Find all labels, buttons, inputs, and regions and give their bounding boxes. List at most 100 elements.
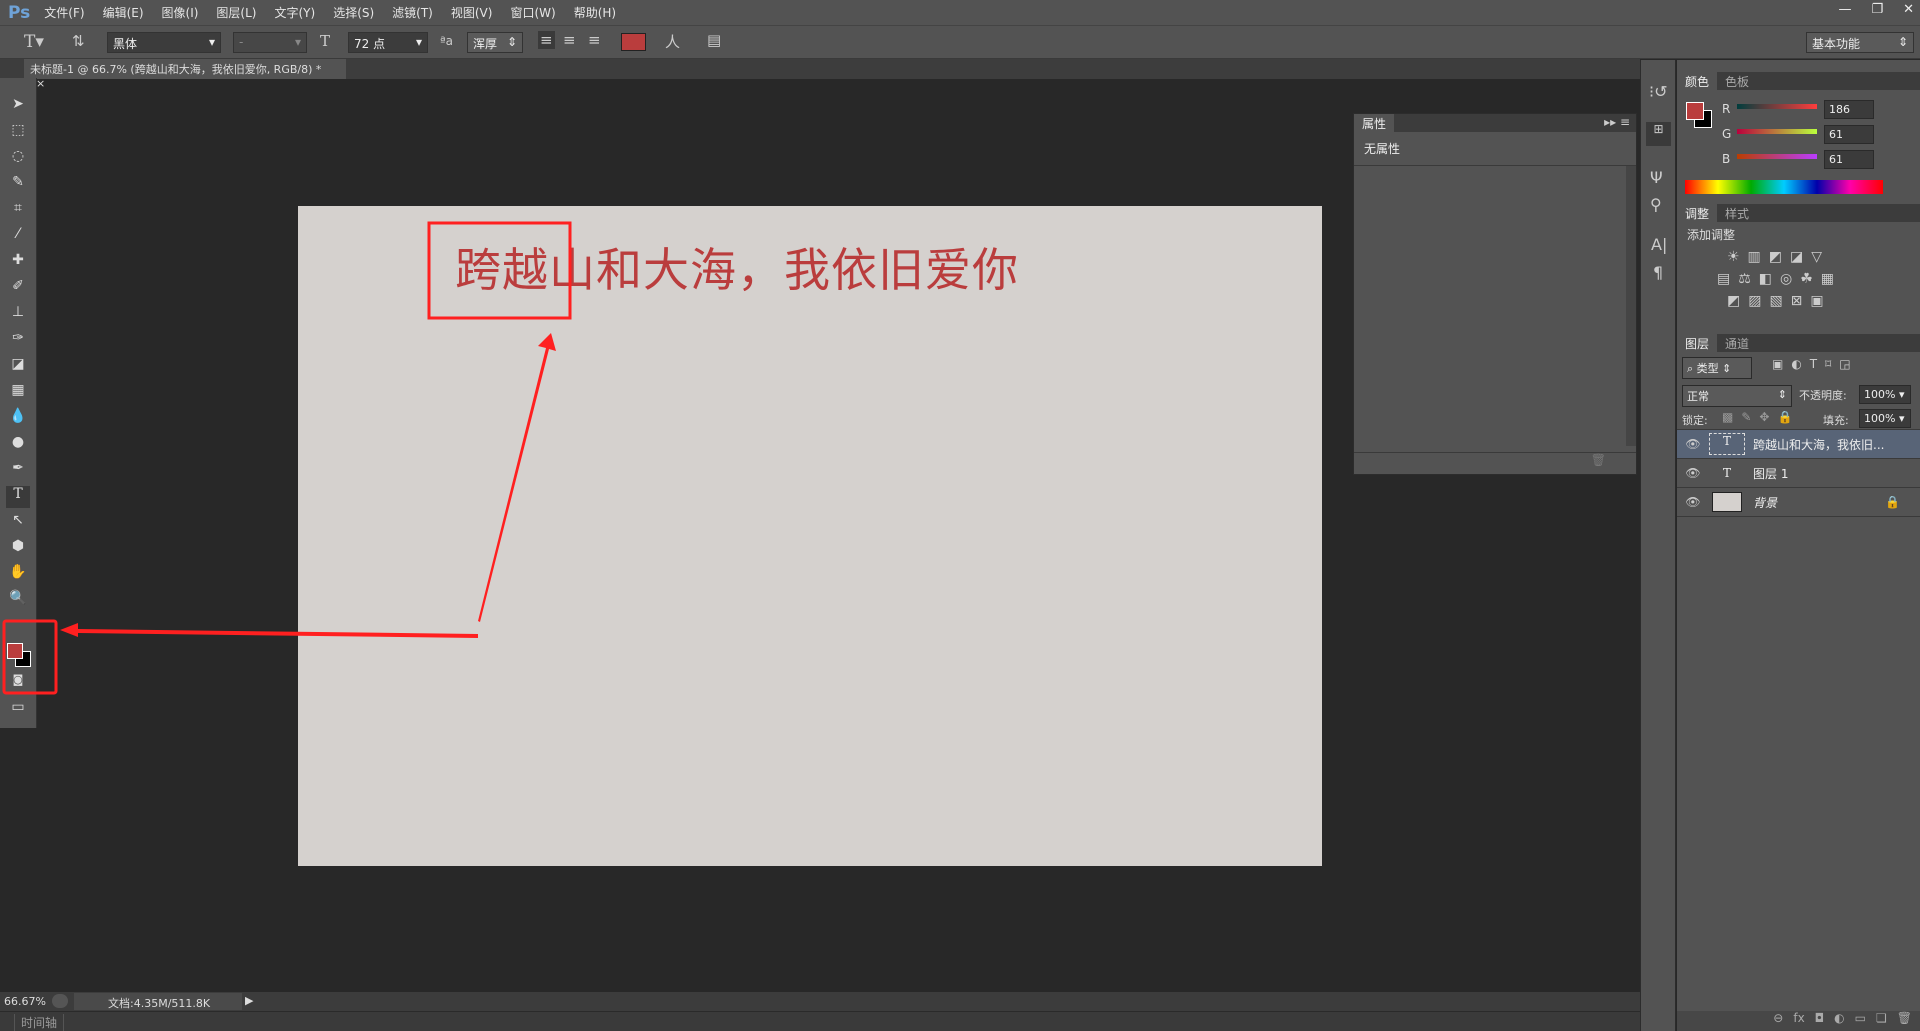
color-foreground[interactable] xyxy=(1686,102,1704,120)
fill-input[interactable]: 100% ▾ xyxy=(1859,409,1911,428)
menu-edit[interactable]: 编辑(E) xyxy=(103,4,144,21)
tab-styles[interactable]: 样式 xyxy=(1717,204,1757,222)
paragraph-icon[interactable]: ¶ xyxy=(1653,263,1663,282)
b-input[interactable]: 61 xyxy=(1824,150,1874,169)
gradient-tool-icon[interactable]: ▦ xyxy=(6,382,30,404)
path-select-tool-icon[interactable]: ↖ xyxy=(6,512,30,534)
visibility-eye-icon[interactable]: 👁 xyxy=(1677,437,1709,451)
document-tab[interactable]: 未标题-1 @ 66.7% (跨越山和大海，我依旧爱你, RGB/8) * × xyxy=(24,59,346,90)
blend-mode-select[interactable]: 正常 ⇕ xyxy=(1682,385,1792,407)
dodge-tool-icon[interactable]: ● xyxy=(6,434,30,456)
history-brush-tool-icon[interactable]: ✑ xyxy=(6,330,30,352)
r-slider[interactable] xyxy=(1737,104,1817,109)
brush-presets-icon[interactable]: Ψ xyxy=(1650,168,1663,187)
toggle-orientation-icon[interactable]: ⇅ xyxy=(72,32,85,50)
delete-layer-icon[interactable]: 🗑 xyxy=(1897,1011,1912,1031)
status-menu-arrow-icon[interactable]: ▶ xyxy=(245,994,253,1007)
layer-style-icon[interactable]: fx xyxy=(1793,1011,1804,1031)
tab-channels[interactable]: 通道 xyxy=(1717,334,1757,352)
g-slider[interactable] xyxy=(1737,129,1817,134)
adjustment-icons-row-3[interactable]: ◩▨▧⊠▣ xyxy=(1727,293,1910,309)
visibility-eye-icon[interactable]: 👁 xyxy=(1677,466,1709,480)
document-canvas[interactable]: 跨越山和大海，我依旧爱你 xyxy=(298,206,1322,866)
add-mask-icon[interactable]: ◘ xyxy=(1815,1011,1825,1031)
tab-color[interactable]: 颜色 xyxy=(1677,72,1718,90)
delete-icon[interactable]: 🗑 xyxy=(1354,452,1636,474)
healing-brush-tool-icon[interactable]: ✚ xyxy=(6,252,30,274)
zoom-tool-icon[interactable]: 🔍 xyxy=(6,590,30,612)
tab-adjustments[interactable]: 调整 xyxy=(1677,204,1718,222)
tab-layers[interactable]: 图层 xyxy=(1677,334,1718,352)
tab-timeline[interactable]: 时间轴 xyxy=(14,1014,65,1031)
b-slider[interactable] xyxy=(1737,154,1817,159)
type-tool-preset-icon[interactable]: T▾ xyxy=(24,32,44,52)
properties-panel-icon[interactable]: ⊞ xyxy=(1646,122,1671,146)
lasso-tool-icon[interactable]: ◌ xyxy=(6,148,30,170)
stamp-tool-icon[interactable]: ⊥ xyxy=(6,304,30,326)
minimize-button[interactable]: — xyxy=(1838,2,1851,17)
status-info-icon[interactable] xyxy=(52,994,68,1008)
group-icon[interactable]: ▭ xyxy=(1855,1011,1866,1031)
workspace-select[interactable]: 基本功能 ⇕ xyxy=(1806,32,1914,53)
font-family-select[interactable]: 黑体 ▾ xyxy=(107,32,221,53)
lock-icons[interactable]: ▩✎✥🔒 xyxy=(1722,410,1800,424)
eraser-tool-icon[interactable]: ◪ xyxy=(6,356,30,378)
restore-button[interactable]: ❐ xyxy=(1871,2,1883,17)
properties-scrollbar[interactable] xyxy=(1626,166,1636,446)
antialias-select[interactable]: 浑厚 ⇕ xyxy=(467,32,523,53)
new-layer-icon[interactable]: ❏ xyxy=(1876,1011,1887,1031)
quick-mask-icon[interactable]: ◙ xyxy=(6,673,30,695)
link-layers-icon[interactable]: ⊖ xyxy=(1773,1011,1783,1031)
opacity-input[interactable]: 100% ▾ xyxy=(1859,385,1911,404)
close-button[interactable]: ✕ xyxy=(1903,2,1914,17)
layer-row-text-selected[interactable]: 👁 T 跨越山和大海，我依旧... xyxy=(1677,430,1920,459)
menu-layer[interactable]: 图层(L) xyxy=(216,4,256,21)
close-tab-icon[interactable]: × xyxy=(36,77,45,90)
visibility-eye-icon[interactable]: 👁 xyxy=(1677,495,1709,509)
font-style-select[interactable]: - ▾ xyxy=(233,32,307,53)
history-panel-icon[interactable]: ⁝↺ xyxy=(1649,82,1668,101)
shape-tool-icon[interactable]: ⬢ xyxy=(6,538,30,560)
adjustment-icons-row-1[interactable]: ☀▥◩◪▽ xyxy=(1727,249,1910,265)
layer-row-text[interactable]: 👁 T 图层 1 xyxy=(1677,459,1920,488)
align-left-icon[interactable]: ≡ xyxy=(538,31,555,49)
align-center-icon[interactable]: ≡ xyxy=(563,31,576,49)
g-input[interactable]: 61 xyxy=(1824,125,1874,144)
blur-tool-icon[interactable]: 💧 xyxy=(6,408,30,430)
menu-view[interactable]: 视图(V) xyxy=(451,4,493,21)
hand-tool-icon[interactable]: ✋ xyxy=(6,564,30,586)
menu-select[interactable]: 选择(S) xyxy=(333,4,374,21)
move-tool-icon[interactable]: ➤ xyxy=(6,96,30,118)
crop-tool-icon[interactable]: ⌗ xyxy=(6,200,30,222)
menu-window[interactable]: 窗口(W) xyxy=(510,4,555,21)
character-panel-icon[interactable]: ▤ xyxy=(707,31,721,49)
brush-tool-icon[interactable]: ✐ xyxy=(6,278,30,300)
align-right-icon[interactable]: ≡ xyxy=(588,31,601,49)
pen-tool-icon[interactable]: ✒ xyxy=(6,460,30,482)
menu-help[interactable]: 帮助(H) xyxy=(574,4,616,21)
eyedropper-tool-icon[interactable]: ⁄ xyxy=(6,226,30,248)
menu-file[interactable]: 文件(F) xyxy=(44,4,84,21)
menu-image[interactable]: 图像(I) xyxy=(162,4,199,21)
layer-filter-select[interactable]: ⌕ 类型 ⇕ xyxy=(1682,357,1752,379)
r-input[interactable]: 186 xyxy=(1824,100,1874,119)
layer-filter-icons[interactable]: ▣◐T⌑◲ xyxy=(1772,357,1859,371)
font-size-select[interactable]: 72 点 ▾ xyxy=(348,32,428,53)
menu-filter[interactable]: 滤镜(T) xyxy=(392,4,433,21)
tab-swatches[interactable]: 色板 xyxy=(1717,72,1757,90)
canvas-text-layer[interactable]: 跨越山和大海，我依旧爱你 xyxy=(455,234,1019,300)
quick-select-tool-icon[interactable]: ✎ xyxy=(6,174,30,196)
brush-panel-icon[interactable]: ⚲ xyxy=(1650,195,1662,214)
adjustment-icons-row-2[interactable]: ▤⚖◧◎☘▦ xyxy=(1717,271,1910,287)
tab-properties[interactable]: 属性 xyxy=(1354,114,1395,132)
zoom-level[interactable]: 66.67% xyxy=(4,995,46,1008)
warp-text-icon[interactable]: ⼈ xyxy=(665,31,680,52)
color-spectrum[interactable] xyxy=(1685,180,1883,194)
type-tool-icon[interactable]: T xyxy=(6,486,30,508)
menu-type[interactable]: 文字(Y) xyxy=(274,4,315,21)
foreground-color-swatch[interactable] xyxy=(7,643,23,659)
marquee-tool-icon[interactable]: ⬚ xyxy=(6,122,30,144)
character-icon[interactable]: A| xyxy=(1651,235,1667,254)
adjustment-layer-icon[interactable]: ◐ xyxy=(1834,1011,1844,1031)
screen-mode-icon[interactable]: ▭ xyxy=(6,699,30,721)
